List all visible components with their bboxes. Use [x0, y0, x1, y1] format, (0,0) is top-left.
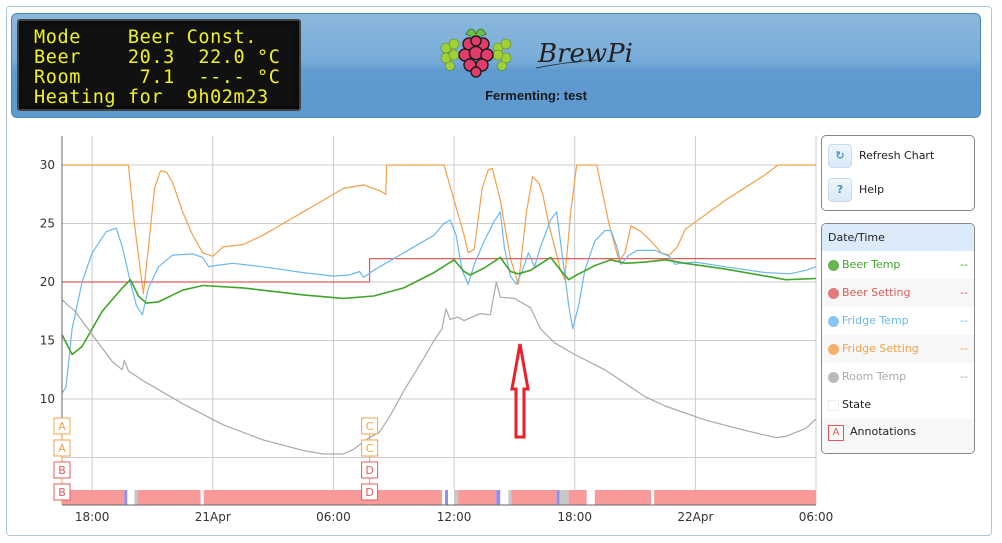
state-band-cooling: [496, 490, 501, 505]
annotation-label: A: [58, 442, 66, 455]
y-tick-label: 15: [40, 334, 55, 348]
state-band-idle: [448, 490, 455, 505]
state-band-idle: [442, 490, 446, 505]
series-dot-icon: [828, 260, 839, 271]
annotation-marker: B: [53, 461, 71, 479]
series-dot-icon: [828, 344, 839, 355]
state-band-idle: [500, 490, 509, 505]
state-band-idle: [200, 490, 204, 505]
x-tick-label: 18:00: [75, 510, 110, 524]
x-tick-label: 12:00: [437, 510, 472, 524]
legend-label: State: [842, 398, 872, 411]
chart-controls: ↻ Refresh Chart ? Help: [821, 135, 975, 211]
y-tick-label: 10: [40, 392, 55, 406]
series-dot-icon: [828, 316, 839, 327]
state-band-heating: [594, 490, 652, 505]
annotation-marker: C: [361, 417, 379, 435]
legend-label: Beer Temp: [842, 258, 901, 271]
legend-item-beer-setting[interactable]: Beer Setting --: [822, 279, 974, 307]
legend-item-annotations[interactable]: A Annotations: [822, 419, 974, 453]
state-band-cooling: [445, 490, 449, 505]
y-tick-label: 20: [40, 275, 55, 289]
state-band-heating: [137, 490, 201, 505]
legend-value: --: [960, 258, 968, 271]
chart-axes: 10 15 20 25 30 18:00 21Apr 06:00 12:00 18:00 22Apr…: [40, 136, 834, 524]
legend-label: Annotations: [850, 425, 917, 438]
annotation-marker: C: [361, 439, 379, 457]
state-band-cooling: [556, 490, 560, 505]
legend-label: Room Temp: [842, 370, 907, 383]
refresh-chart-label[interactable]: Refresh Chart: [859, 149, 934, 162]
x-tick-label: 18:00: [557, 510, 592, 524]
legend-item-fridge-temp[interactable]: Fridge Temp --: [822, 307, 974, 335]
x-tick-label: 22Apr: [677, 510, 713, 524]
x-tick-label: 06:00: [316, 510, 351, 524]
state-band-heating: [654, 490, 816, 505]
series-room-temp: [61, 281, 817, 455]
series-dot-icon: [828, 288, 839, 299]
series-fridge-temp: [61, 211, 817, 394]
x-tick-label: 21Apr: [195, 510, 231, 524]
marker-arrow: [510, 343, 530, 439]
y-tick-label: 25: [40, 217, 55, 231]
annotation-label: D: [365, 464, 373, 477]
state-band-heating: [62, 490, 125, 505]
state-band-heating: [203, 490, 443, 505]
legend-label: Fridge Setting: [842, 342, 919, 355]
legend-item-fridge-setting[interactable]: Fridge Setting --: [822, 335, 974, 363]
legend-datetime: Date/Time: [822, 224, 974, 251]
y-tick-label: 30: [40, 158, 55, 172]
annotation-label: C: [366, 442, 374, 455]
legend-label: Beer Setting: [842, 286, 911, 299]
legend-value: --: [960, 342, 968, 355]
state-band-heating: [458, 490, 497, 505]
legend-item-state[interactable]: State: [822, 391, 974, 419]
state-band-idle: [586, 490, 595, 505]
series-dot-icon: [828, 372, 839, 383]
legend-label: Fridge Temp: [842, 314, 909, 327]
annotation-label: D: [365, 486, 373, 499]
legend-value: --: [960, 314, 968, 327]
state-band-heating: [511, 490, 557, 505]
state-band-waiting: [559, 490, 569, 505]
help-icon: ?: [836, 183, 844, 196]
chart-legend: Date/Time Beer Temp -- Beer Setting -- Fridg…: [821, 223, 975, 454]
legend-value: --: [960, 370, 968, 383]
state-band-cooling: [124, 490, 128, 505]
annotation-marker: A: [53, 417, 71, 435]
legend-value: --: [960, 286, 968, 299]
refresh-chart-button[interactable]: ↻: [828, 144, 852, 168]
state-band-heating: [568, 490, 587, 505]
legend-item-beer-temp[interactable]: Beer Temp --: [822, 251, 974, 279]
state-band-waiting: [134, 490, 138, 505]
help-label[interactable]: Help: [859, 183, 884, 196]
annotation-marker: D: [361, 483, 379, 501]
annotation-label: C: [366, 420, 374, 433]
arrow-up-icon: [510, 343, 530, 439]
state-band-waiting: [454, 490, 459, 505]
state-band-idle: [127, 490, 135, 505]
refresh-icon: ↻: [835, 149, 845, 162]
annotation-marker-icon: A: [828, 425, 844, 441]
annotation-label: A: [58, 420, 66, 433]
state-band-idle: [651, 490, 655, 505]
state-band-waiting: [508, 490, 512, 505]
annotation-marker: D: [361, 461, 379, 479]
annotation-marker: B: [53, 483, 71, 501]
annotation-label: B: [58, 486, 66, 499]
x-tick-label: 06:00: [799, 510, 834, 524]
series-beer-temp: [61, 256, 817, 356]
annotation-label: B: [58, 464, 66, 477]
state-bands: [62, 490, 816, 505]
state-swatch-icon: [828, 400, 839, 411]
annotation-marker: A: [53, 439, 71, 457]
chart-series: [61, 164, 817, 455]
help-button[interactable]: ?: [828, 178, 852, 202]
legend-item-room-temp[interactable]: Room Temp --: [822, 363, 974, 391]
